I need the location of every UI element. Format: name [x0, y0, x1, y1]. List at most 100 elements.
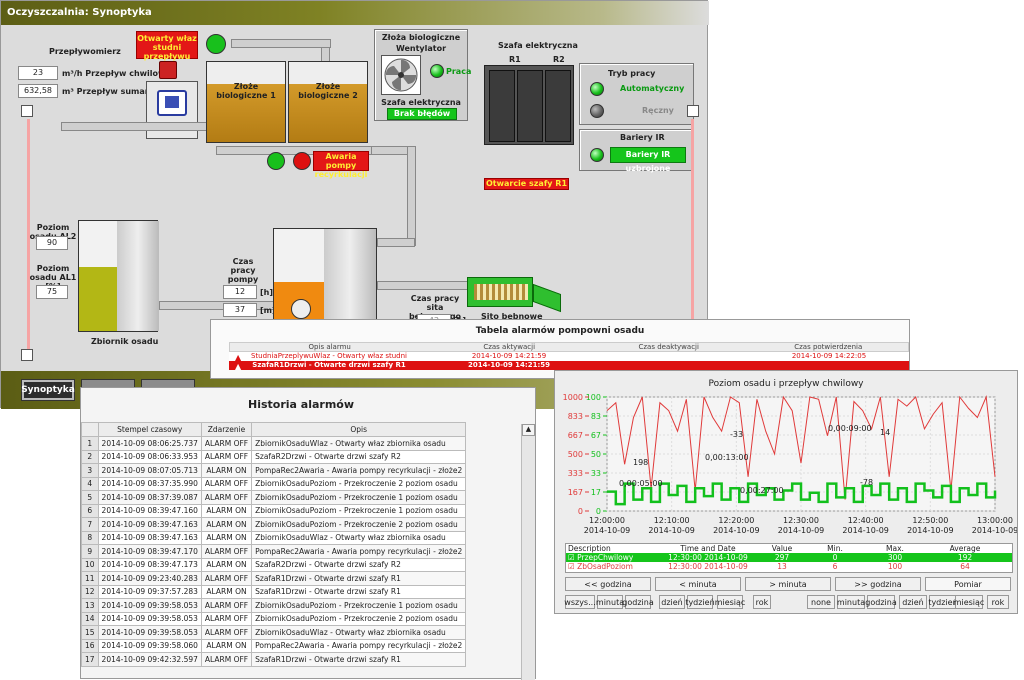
legend-row-flow[interactable]: ☑ PrzepChwilowy 12:30:00 2014-10-09 297 0 30… [566, 553, 1012, 562]
hist-index: 6 [81, 503, 99, 518]
table-row[interactable]: 8 2014-10-09 08:39:47.163 ALARM ON Zbiornik… [81, 530, 467, 545]
mode-manual-led[interactable] [590, 104, 604, 118]
hist-time: 2014-10-09 08:37:35.990 [97, 476, 202, 491]
alarm-row-selected[interactable]: SzafaR1Drzwi - Otwarte drzwi szafy R1 20… [229, 361, 909, 370]
chart-annotation: 0,00:05:00 [619, 479, 663, 488]
hist-event: ALARM ON [200, 517, 253, 532]
range-right-button[interactable]: miesiąc [954, 595, 984, 609]
hist-desc: ZbiornikOsaduPoziom - Przekroczenie 1 po… [251, 490, 467, 505]
ir-status: Bariery IR uzbrojone [610, 147, 686, 173]
alarm-row-desc: StudniaPrzeplywuWlaz - Otwarty właz stud… [250, 352, 407, 368]
x-tick-date: 2014-10-09 [648, 526, 695, 535]
chart-annotation: 0,00:27:00 [740, 486, 784, 495]
cabinet-open-alarm[interactable]: Otwarcie szafy R1 [484, 178, 569, 190]
pump-rec1-icon[interactable] [267, 152, 285, 170]
pump-rec2-icon[interactable] [293, 152, 311, 170]
table-row[interactable]: 9 2014-10-09 08:39:47.170 ALARM OFF PompaRe… [81, 544, 467, 559]
table-row[interactable]: 13 2014-10-09 09:39:58.053 ALARM OFF Zbiorn… [81, 598, 467, 613]
hist-col-time: Stempel czasowy [97, 422, 202, 437]
range-left-button[interactable]: wszys... [564, 595, 596, 609]
chart-nav-button[interactable]: << godzina [565, 577, 651, 591]
hist-event: ALARM OFF [200, 611, 253, 626]
bed2-label: Złoże biologiczne 2 [298, 82, 358, 100]
range-right-button[interactable]: rok [987, 595, 1009, 609]
table-row[interactable]: 3 2014-10-09 08:07:05.713 ALARM ON PompaRec… [81, 463, 467, 478]
table-row[interactable]: 2 2014-10-09 08:06:33.953 ALARM OFF SzafaR2… [81, 449, 467, 464]
table-row[interactable]: 15 2014-10-09 09:39:58.053 ALARM OFF Zbiorn… [81, 625, 467, 640]
table-row[interactable]: 10 2014-10-09 08:39:47.173 ALARM ON SzafaR2… [81, 557, 467, 572]
ir-panel: Bariery IR Bariery IR uzbrojone [579, 129, 694, 173]
range-right-button[interactable]: minuta [837, 595, 865, 609]
chart-nav-button[interactable]: >> godzina [835, 577, 921, 591]
hist-index: 17 [81, 652, 99, 667]
hist-index: 5 [81, 490, 99, 505]
green-tick-label: 67 [591, 431, 601, 440]
mode-auto-label: Automatyczny [620, 84, 685, 93]
hist-index: 13 [81, 598, 99, 613]
table-row[interactable]: 11 2014-10-09 09:23:40.283 ALARM OFF SzafaR… [81, 571, 467, 586]
bed2-tank[interactable]: Złoże biologiczne 2 [288, 61, 368, 143]
sludge-pump-icon[interactable] [291, 299, 311, 319]
chart-nav-button[interactable]: > minuta [745, 577, 831, 591]
table-row[interactable]: 7 2014-10-09 08:39:47.163 ALARM ON Zbiornik… [81, 517, 467, 532]
range-left-button[interactable]: tydzień [685, 595, 715, 609]
fan-icon[interactable] [381, 55, 421, 95]
sieve-drum[interactable] [467, 277, 533, 307]
x-tick-date: 2014-10-09 [584, 526, 631, 535]
range-right-button[interactable]: godzina [865, 595, 897, 609]
sludge-tank[interactable] [78, 220, 159, 332]
scroll-up-icon[interactable]: ▲ [522, 424, 535, 436]
range-left-button[interactable]: dzień [659, 595, 685, 609]
table-row[interactable]: 17 2014-10-09 09:42:32.597 ALARM OFF SzafaR… [81, 652, 467, 667]
nav-synoptyka[interactable]: Synoptyka [21, 379, 75, 401]
alarm-row-confirm [749, 361, 909, 370]
chart-nav-button[interactable]: < minuta [655, 577, 741, 591]
table-row[interactable]: 12 2014-10-09 09:37:57.283 ALARM ON SzafaR1… [81, 584, 467, 599]
range-right-button[interactable]: dzień [899, 595, 927, 609]
chart-annotation: -33 [730, 430, 743, 439]
pump-tank[interactable] [273, 228, 377, 322]
chart-annotation: 14 [880, 428, 890, 437]
cabinet-image[interactable] [484, 65, 574, 145]
table-row[interactable]: 1 2014-10-09 08:06:25.737 ALARM OFF Zbiorni… [81, 436, 467, 451]
hatch-sensor-icon[interactable] [159, 61, 177, 79]
hist-index: 12 [81, 584, 99, 599]
range-right-button[interactable]: none [807, 595, 835, 609]
hist-time: 2014-10-09 08:39:47.160 [97, 503, 202, 518]
legend-cell: 297 [774, 553, 790, 562]
alarm-table-header: Opis alarmu Czas aktywacji Czas deaktywa… [229, 342, 909, 352]
range-left-button[interactable]: miesiąc [715, 595, 745, 609]
history-title: Historia alarmów [247, 398, 354, 411]
hist-desc: ZbiornikOsaduWlaz - Otwarty właz zbiorni… [251, 436, 467, 451]
legend-header: Description Time and Date Value Min. Max. Ave… [566, 544, 1012, 553]
hist-event: ALARM OFF [200, 598, 253, 613]
table-row[interactable]: 6 2014-10-09 08:39:47.160 ALARM ON Zbiornik… [81, 503, 467, 518]
alarm-row[interactable]: StudniaPrzeplywuWlaz - Otwarty właz stud… [229, 352, 909, 368]
range-left-button[interactable]: rok [753, 595, 771, 609]
hist-desc: SzafaR2Drzwi - Otwarte drzwi szafy R2 [251, 449, 467, 464]
bed1-tank[interactable]: Złoże biologiczne 1 [206, 61, 286, 143]
history-scrollbar[interactable]: ▲ [521, 424, 535, 680]
hist-desc: ZbiornikOsaduPoziom - Przekroczenie 1 po… [251, 503, 467, 518]
mode-auto-led[interactable] [590, 82, 604, 96]
legend-row-level[interactable]: ☑ ZbOsadPoziom 12:30:00 2014-10-09 13 6 100 6… [566, 562, 1012, 571]
x-tick-date: 2014-10-09 [907, 526, 954, 535]
table-row[interactable]: 14 2014-10-09 09:39:58.053 ALARM OFF Zbiorn… [81, 611, 467, 626]
ir-sensor-right-icon [687, 105, 699, 117]
table-row[interactable]: 16 2014-10-09 09:39:58.060 ALARM ON PompaRe… [81, 638, 467, 653]
warning-icon: ▲ [235, 362, 242, 371]
chart-nav-button[interactable]: Pomiar [925, 577, 1011, 591]
legend-cell: Max. [886, 544, 904, 553]
chart-plot[interactable]: 1000 100833 83667 67500 50333 33167 170 012:00:… [555, 389, 1017, 549]
hist-col-index [81, 422, 99, 437]
range-left-button[interactable]: minuta [596, 595, 624, 609]
table-row[interactable]: 5 2014-10-09 08:37:39.087 ALARM OFF Zbiorni… [81, 490, 467, 505]
range-left-button[interactable]: godzina [622, 595, 654, 609]
pump-fault-alarm[interactable]: Awaria pompy recyrkulacji [313, 151, 369, 179]
flow-total-value: 632,58 [18, 84, 58, 98]
hist-event: ALARM ON [200, 463, 253, 478]
table-row[interactable]: 4 2014-10-09 08:37:35.990 ALARM OFF Zbiorni… [81, 476, 467, 491]
hatch-open-alarm[interactable]: Otwarty właz studni przepływu [136, 31, 198, 61]
red-tick-label: 333 [568, 469, 583, 478]
pump-in-icon[interactable] [206, 34, 226, 54]
